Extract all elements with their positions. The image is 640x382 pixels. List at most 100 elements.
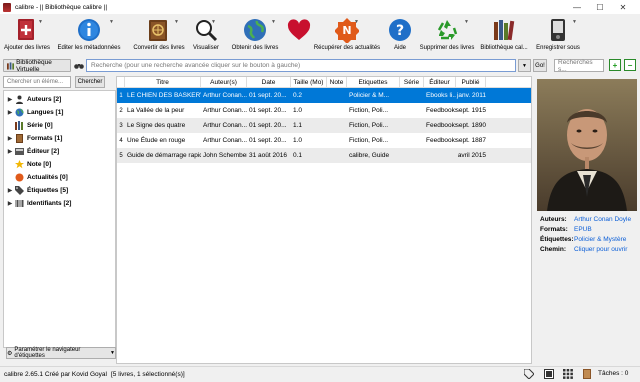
tag-item-tags[interactable]: ▶ Étiquettes [5] xyxy=(6,184,68,197)
cell-rating xyxy=(327,133,347,148)
column-header-date[interactable]: Date xyxy=(247,77,291,88)
book-cover-image[interactable] xyxy=(537,79,637,211)
expand-arrow-icon[interactable]: ▶ xyxy=(6,187,14,194)
cell-series xyxy=(400,118,424,133)
format-link[interactable]: EPUB xyxy=(574,226,638,234)
save-dropdown-icon[interactable]: ▼ xyxy=(572,19,577,25)
convert-dropdown-icon[interactable]: ▼ xyxy=(174,19,179,25)
fetch-news-dropdown-icon[interactable]: ▼ xyxy=(354,19,359,25)
book-icon xyxy=(15,134,24,143)
close-button[interactable]: ✕ xyxy=(614,0,632,14)
search-input[interactable]: Recherche (pour une recherche avancée cl… xyxy=(86,59,516,72)
column-header-title[interactable]: Titre xyxy=(125,77,201,88)
cell-rating xyxy=(327,118,347,133)
minimize-button[interactable]: — xyxy=(568,0,586,14)
tag-item-publisher[interactable]: ▶ Éditeur [2] xyxy=(6,145,59,158)
column-header-authors[interactable]: Auteur(s) xyxy=(201,77,247,88)
svg-text:?: ? xyxy=(396,23,404,39)
tag-item-rating[interactable]: Note [0] xyxy=(6,158,51,171)
remove-books-dropdown-icon[interactable]: ▼ xyxy=(464,19,469,25)
tag-item-series[interactable]: Série [0] xyxy=(6,119,53,132)
cell-publisher: Feedbooks xyxy=(426,137,456,144)
cell-tags: Fiction, Poli... xyxy=(349,107,389,114)
expand-arrow-icon[interactable]: ▶ xyxy=(6,135,14,142)
add-books-button[interactable]: Ajouter des livres xyxy=(2,14,52,56)
tag-find-button[interactable]: Chercher xyxy=(75,76,105,88)
tag-link[interactable]: Policier & Mystère xyxy=(574,236,638,244)
jobs-indicator[interactable]: Tâches : 0 xyxy=(598,370,628,377)
help-button[interactable]: ? Aide xyxy=(385,14,415,56)
title-bar: calibre - || Bibliothèque calibre || — ☐… xyxy=(0,0,640,14)
help-label: Aide xyxy=(393,45,406,51)
expand-arrow-icon[interactable]: ▶ xyxy=(6,200,14,207)
maximize-button[interactable]: ☐ xyxy=(591,0,609,14)
expand-arrow-icon[interactable]: ▶ xyxy=(6,96,14,103)
column-header-tags[interactable]: Etiquettes xyxy=(347,77,400,88)
minus-icon: − xyxy=(627,60,633,70)
view-dropdown-icon[interactable]: ▼ xyxy=(211,19,216,25)
tag-item-identifiers[interactable]: ▶ Identifiants [2] xyxy=(6,197,71,210)
grid-view-icon[interactable] xyxy=(562,368,574,380)
cell-title: Une Étude en rouge xyxy=(127,137,186,144)
cell-title: La Vallée de la peur xyxy=(127,107,185,114)
tag-search-input[interactable]: Chercher un éléme... xyxy=(3,76,71,88)
table-row[interactable]: 1 LE CHIEN DES BASKERVIL...Arthur Conan..… xyxy=(117,88,531,103)
cell-size: 1.0 xyxy=(293,107,303,114)
table-row[interactable]: 5 Guide de démarrage rapide John Schember 3… xyxy=(117,148,531,163)
get-books-label: Obtenir des livres xyxy=(231,45,279,51)
view-button[interactable]: Visualiser xyxy=(189,14,223,56)
cell-tags: Policier & M... xyxy=(349,92,390,99)
convert-books-label: Convertir des livres xyxy=(133,45,185,51)
manage-saved-search-button[interactable]: − xyxy=(624,59,636,71)
tag-item-languages[interactable]: ▶ Langues [1] xyxy=(6,106,63,119)
row-number: 4 xyxy=(119,137,123,144)
virtual-library-button[interactable]: Bibliothèque Virtuelle xyxy=(3,59,71,73)
expand-arrow-icon[interactable]: ▶ xyxy=(6,109,14,116)
go-button[interactable]: Go! xyxy=(533,59,547,72)
fetch-news-label: Récupérer des actualités xyxy=(313,45,381,51)
star-icon xyxy=(15,160,24,169)
detail-path: Chemin: Cliquer pour ouvrir xyxy=(540,246,640,254)
fetch-news-button[interactable]: N Récupérer des actualités xyxy=(314,14,380,56)
column-header-rating[interactable]: Note xyxy=(327,77,347,88)
row-number: 3 xyxy=(119,122,123,129)
tag-label: Actualités [0] xyxy=(27,174,68,181)
column-header-published[interactable]: Publié xyxy=(456,77,486,88)
column-header-series[interactable]: Série xyxy=(400,77,424,88)
add-books-dropdown-icon[interactable]: ▼ xyxy=(38,19,43,25)
donate-button[interactable] xyxy=(284,14,314,56)
table-row[interactable]: 2 La Vallée de la peur Arthur Conan... 01 s… xyxy=(117,103,531,118)
search-history-dropdown[interactable]: ▼ xyxy=(518,59,531,72)
book-details-toggle-icon[interactable] xyxy=(581,368,593,380)
get-books-dropdown-icon[interactable]: ▼ xyxy=(271,19,276,25)
tag-toggle-icon[interactable] xyxy=(523,368,535,380)
window-title: calibre - || Bibliothèque calibre || xyxy=(15,3,108,11)
saved-search-input[interactable]: Recherches s... xyxy=(554,59,604,73)
tag-item-authors[interactable]: ▶ Auteurs [2] xyxy=(6,93,61,106)
library-button[interactable]: Bibliothèque cal... xyxy=(479,14,529,56)
main-toolbar: Ajouter des livres ▼ Editer les métadonn… xyxy=(0,14,640,56)
cell-published: sept. 1887 xyxy=(456,137,486,144)
tag-item-formats[interactable]: ▶ Formats [1] xyxy=(6,132,62,145)
table-row[interactable]: 4 Une Étude en rouge Arthur Conan... 01 sep… xyxy=(117,133,531,148)
tag-item-news[interactable]: Actualités [0] xyxy=(6,171,68,184)
view-label: Visualiser xyxy=(193,45,219,51)
binoculars-icon xyxy=(73,63,84,69)
advanced-search-button[interactable] xyxy=(73,59,84,72)
detail-label: Formats: xyxy=(540,226,568,233)
convert-books-button[interactable]: Convertir des livres xyxy=(130,14,188,56)
cell-series xyxy=(400,88,424,103)
table-row[interactable]: 3 Le Signe des quatre Arthur Conan... 01 se… xyxy=(117,118,531,133)
expand-arrow-icon[interactable]: ▶ xyxy=(6,148,14,155)
configure-tag-browser-button[interactable]: ⚙ Paramétrer le navigateur d'étiquettes … xyxy=(6,347,116,359)
add-saved-search-button[interactable]: + xyxy=(609,59,621,71)
path-link[interactable]: Cliquer pour ouvrir xyxy=(574,246,638,254)
library-icon xyxy=(491,17,517,43)
column-header-publisher[interactable]: Éditeur xyxy=(424,77,456,88)
column-header-size[interactable]: Taille (Mo) xyxy=(291,77,327,88)
author-link[interactable]: Arthur Conan Doyle xyxy=(574,216,638,224)
edit-metadata-dropdown-icon[interactable]: ▼ xyxy=(109,19,114,25)
cover-grid-toggle-icon[interactable] xyxy=(543,368,555,380)
row-number: 5 xyxy=(119,152,123,159)
help-icon: ? xyxy=(387,17,413,43)
